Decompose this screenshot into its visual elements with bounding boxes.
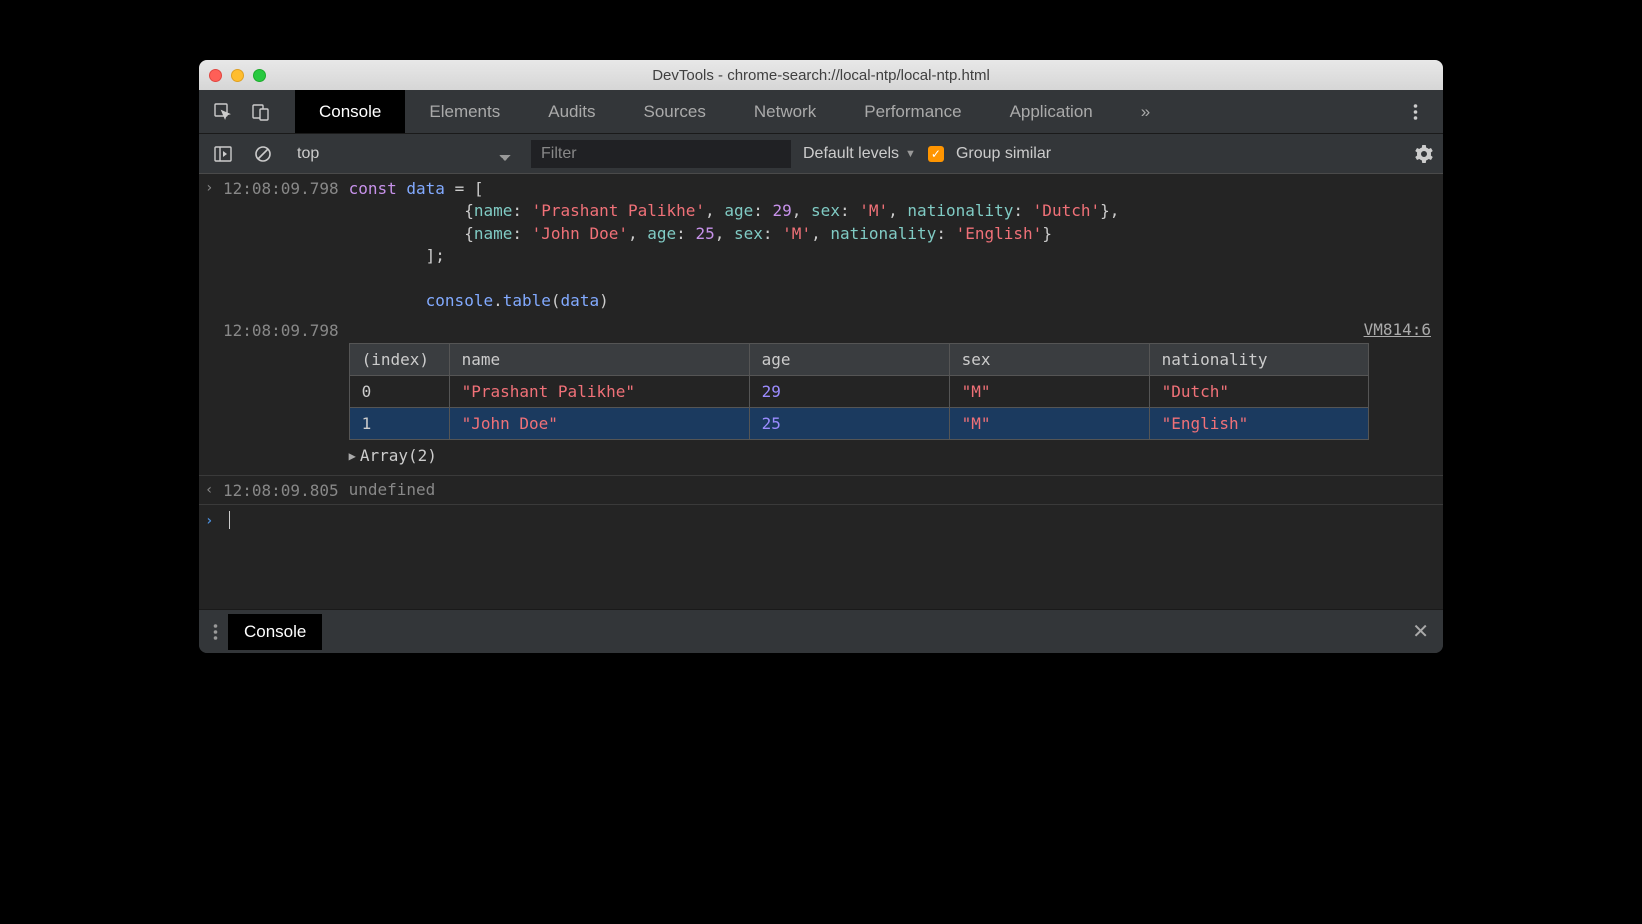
console-table-entry: 12:08:09.798 VM814:6 (index) name age se…	[199, 316, 1443, 476]
panel-tabs: Console Elements Audits Sources Network …	[295, 90, 1174, 133]
text-cursor	[229, 511, 230, 529]
group-similar-checkbox[interactable]: ✓	[928, 146, 944, 162]
maximize-window-button[interactable]	[253, 69, 266, 82]
tabs-overflow-button[interactable]: »	[1117, 90, 1174, 133]
more-menu-icon[interactable]	[1401, 98, 1429, 126]
console-prompt[interactable]: ›	[199, 505, 1443, 535]
tab-sources[interactable]: Sources	[620, 90, 730, 133]
console-table: (index) name age sex nationality 0 "Pras…	[349, 343, 1369, 440]
toggle-sidebar-icon[interactable]	[209, 140, 237, 168]
console-filterbar: top Default levels▼ ✓ Group similar	[199, 134, 1443, 174]
console-output: › 12:08:09.798 const data = [ {name: 'Pr…	[199, 174, 1443, 609]
main-tabbar: Console Elements Audits Sources Network …	[199, 90, 1443, 134]
execution-context-select[interactable]: top	[289, 141, 519, 166]
table-header-row: (index) name age sex nationality	[349, 344, 1368, 376]
table-row: 1 "John Doe" 25 "M" "English"	[349, 408, 1368, 440]
window-title: DevTools - chrome-search://local-ntp/loc…	[199, 67, 1443, 84]
table-header[interactable]: age	[749, 344, 949, 376]
devtools-window: DevTools - chrome-search://local-ntp/loc…	[199, 60, 1443, 653]
timestamp: 12:08:09.798	[223, 320, 339, 471]
titlebar: DevTools - chrome-search://local-ntp/loc…	[199, 60, 1443, 90]
array-expand-toggle[interactable]: ▶ Array(2)	[349, 440, 1431, 471]
minimize-window-button[interactable]	[231, 69, 244, 82]
console-return-entry: ‹ 12:08:09.805 undefined	[199, 476, 1443, 505]
close-icon[interactable]: ✕	[1412, 619, 1429, 644]
chevron-right-icon: ›	[205, 178, 223, 312]
table-header[interactable]: sex	[949, 344, 1149, 376]
inspect-element-icon[interactable]	[209, 98, 237, 126]
timestamp: 12:08:09.805	[223, 480, 339, 500]
tab-performance[interactable]: Performance	[840, 90, 985, 133]
close-window-button[interactable]	[209, 69, 222, 82]
table-header[interactable]: name	[449, 344, 749, 376]
vm-source-link[interactable]: VM814:6	[1364, 320, 1431, 339]
triangle-right-icon: ▶	[349, 449, 356, 463]
return-value: undefined	[349, 480, 436, 500]
table-header[interactable]: (index)	[349, 344, 449, 376]
table-header[interactable]: nationality	[1149, 344, 1368, 376]
code-input: const data = [ {name: 'Prashant Palikhe'…	[349, 178, 1120, 312]
traffic-lights	[209, 69, 266, 82]
filter-input[interactable]	[531, 140, 791, 168]
group-similar-label: Group similar	[956, 145, 1051, 163]
drawer-menu-icon[interactable]	[213, 623, 218, 641]
tab-audits[interactable]: Audits	[524, 90, 619, 133]
clear-console-icon[interactable]	[249, 140, 277, 168]
device-toolbar-icon[interactable]	[247, 98, 275, 126]
drawer-tab-console[interactable]: Console	[228, 614, 322, 650]
log-levels-select[interactable]: Default levels▼	[803, 145, 916, 163]
tab-console[interactable]: Console	[295, 90, 405, 133]
table-row: 0 "Prashant Palikhe" 29 "M" "Dutch"	[349, 376, 1368, 408]
tab-elements[interactable]: Elements	[405, 90, 524, 133]
tab-network[interactable]: Network	[730, 90, 840, 133]
prompt-chevron-icon: ›	[205, 511, 223, 529]
drawer: Console ✕	[199, 609, 1443, 653]
timestamp: 12:08:09.798	[223, 178, 339, 312]
chevron-left-icon: ‹	[205, 480, 223, 500]
tab-application[interactable]: Application	[986, 90, 1117, 133]
console-input-entry: › 12:08:09.798 const data = [ {name: 'Pr…	[199, 174, 1443, 316]
settings-icon[interactable]	[1415, 145, 1433, 163]
